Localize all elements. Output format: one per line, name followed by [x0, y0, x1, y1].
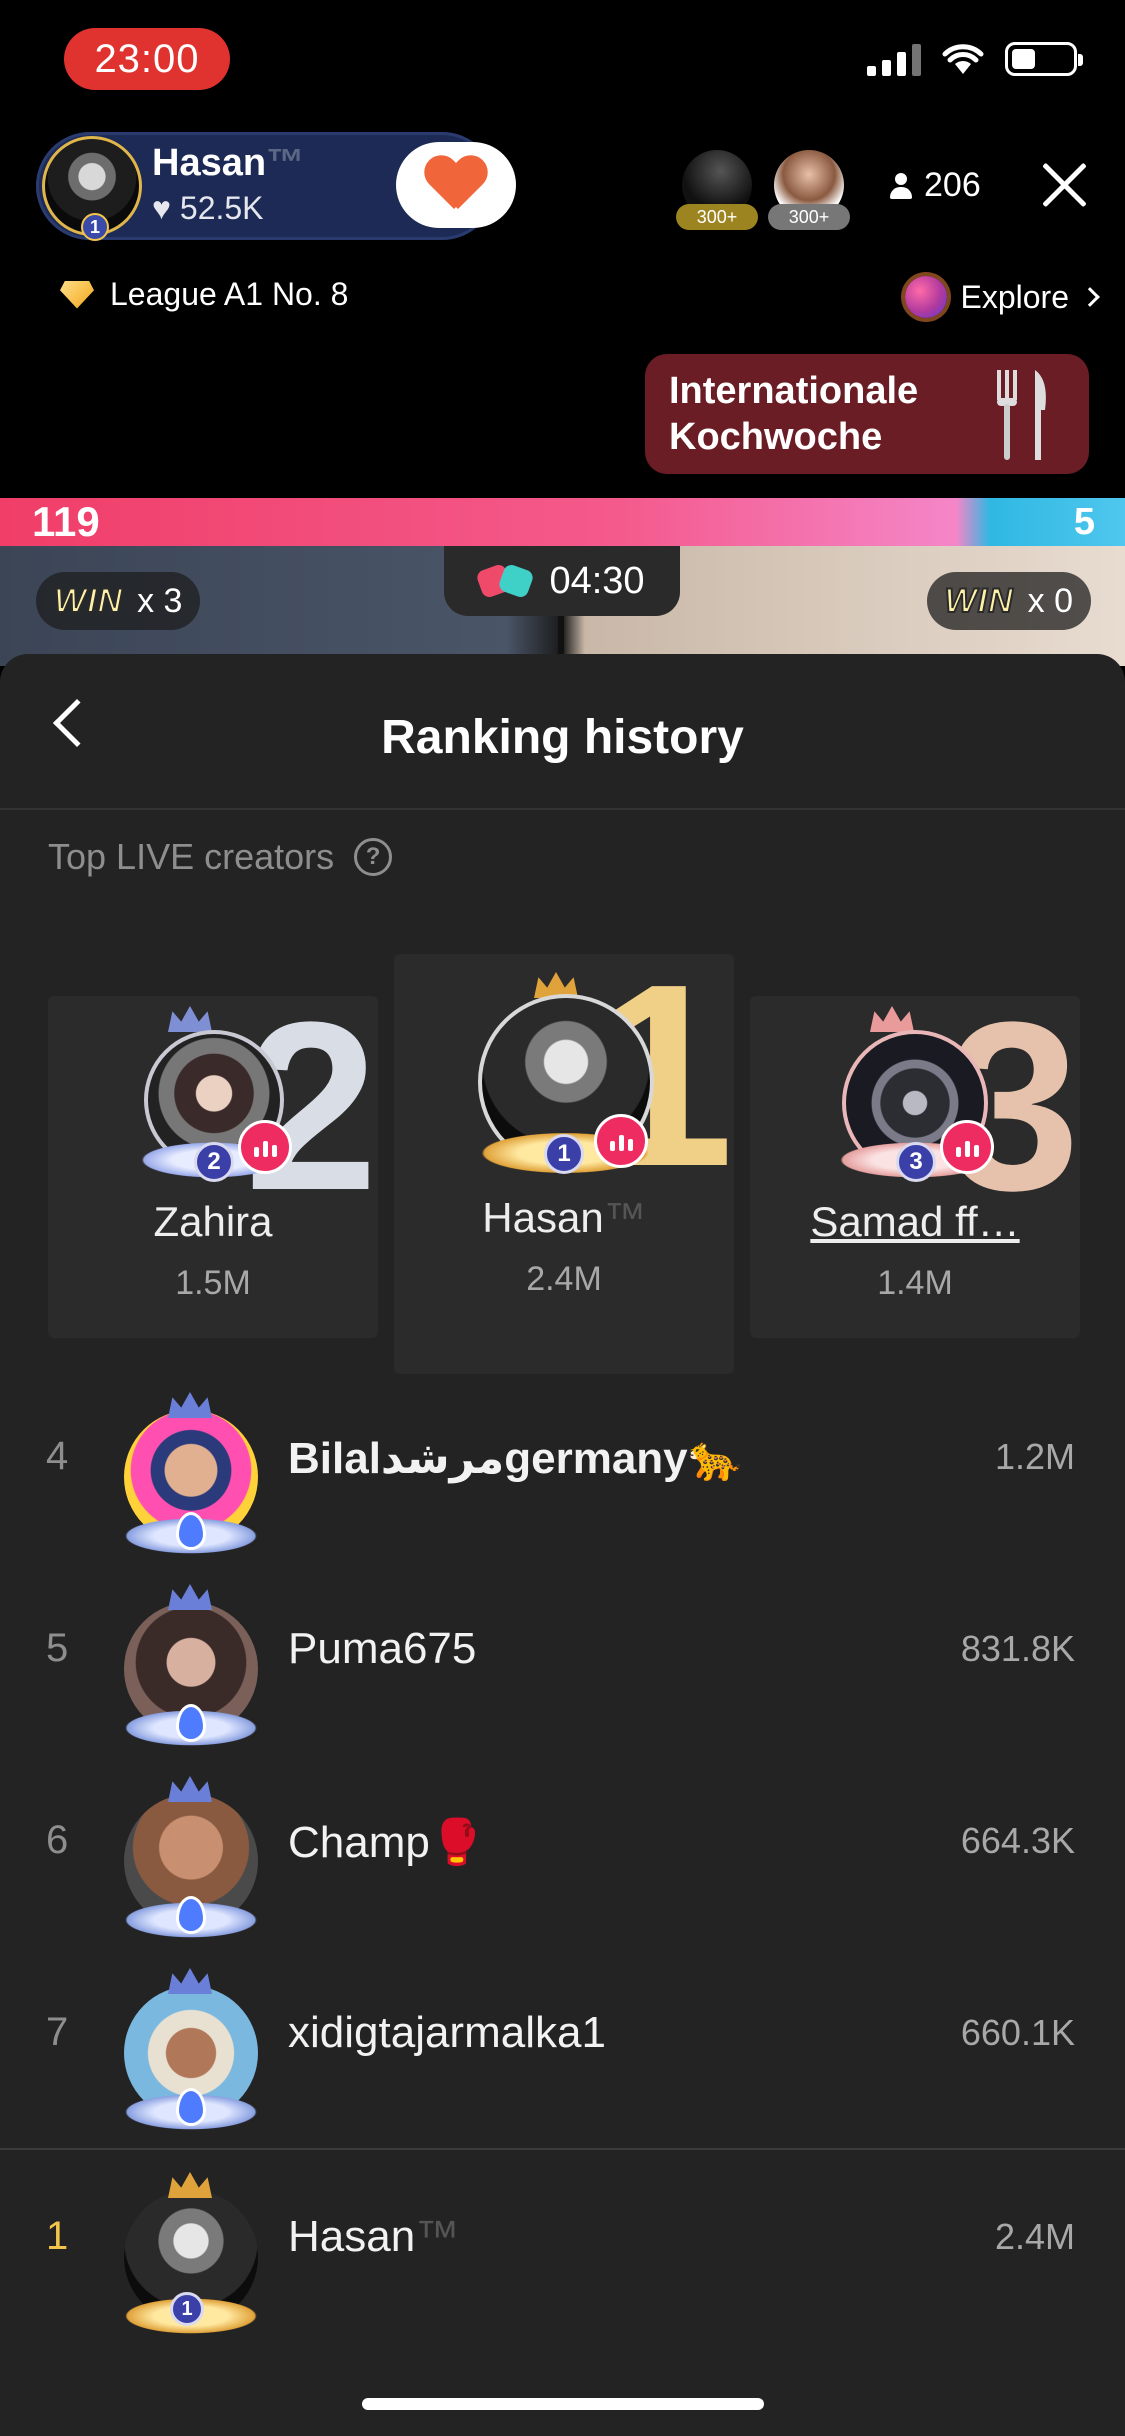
ranking-row[interactable]: 4 Bilalمرشدgermany🐆 1.2M: [0, 1374, 1125, 1566]
row-rank: 1: [46, 2214, 69, 2258]
crown-icon: [168, 2172, 212, 2198]
row-name: xidigtajarmalka1: [288, 2008, 606, 2057]
crown-icon: [168, 1392, 212, 1418]
explore-link[interactable]: Explore: [904, 276, 1100, 318]
drop-badge-icon: [176, 1704, 206, 1742]
divider: [0, 2148, 1125, 2150]
row-rank: 6: [46, 1818, 69, 1862]
viewer-badge: 300+: [676, 204, 758, 230]
top-viewer-1[interactable]: 300+: [676, 150, 758, 230]
person-icon: [890, 172, 912, 199]
crown-icon: [870, 1006, 914, 1032]
wifi-icon: [942, 44, 984, 74]
my-ranking-row[interactable]: 1 1 Hasan™ 2.4M: [0, 2154, 1125, 2346]
podium-card-1[interactable]: 1 1 Hasan™ 2.4M: [394, 946, 734, 1374]
follow-button[interactable]: 21: [396, 142, 516, 228]
live-icon: [238, 1120, 292, 1174]
signal-icon: [867, 42, 921, 76]
crown-icon: [168, 1006, 212, 1032]
row-score: 660.1K: [960, 2012, 1075, 2053]
top-viewer-2[interactable]: 300+: [768, 150, 850, 230]
row-name: Champ🥊: [288, 1818, 485, 1867]
ranking-row[interactable]: 5 Puma675 831.8K: [0, 1566, 1125, 1758]
rank-badge: 3: [896, 1142, 936, 1182]
crown-icon: [168, 1776, 212, 1802]
podium-name: Hasan™: [482, 1194, 646, 1241]
fork-knife-icon: [997, 370, 1046, 460]
help-icon[interactable]: ?: [354, 838, 393, 876]
row-rank: 5: [46, 1626, 69, 1670]
row-rank: 7: [46, 2010, 69, 2054]
drop-badge-icon: [176, 1512, 206, 1550]
status-time: 23:00: [64, 28, 230, 90]
host-info-pill[interactable]: 1 Hasan™ ♥ 52.5K 21: [36, 132, 516, 241]
live-icon: [940, 1120, 994, 1174]
chevron-right-icon: [1080, 287, 1100, 307]
battle-score-left: 119: [32, 498, 100, 545]
row-score: 664.3K: [960, 1820, 1075, 1861]
rank-badge: 2: [194, 1142, 234, 1182]
podium-score: 2.4M: [526, 1260, 602, 1298]
viewer-badge: 300+: [768, 204, 850, 230]
drop-badge-icon: [176, 2088, 206, 2126]
status-icons: [867, 42, 1083, 76]
host-rank-badge: 1: [81, 213, 109, 241]
podium-score: 1.5M: [175, 1264, 251, 1302]
diamond-icon: [60, 280, 94, 309]
divider: [0, 808, 1125, 810]
ranking-row[interactable]: 7 xidigtajarmalka1 660.1K: [0, 1950, 1125, 2142]
promo-banner[interactable]: Internationale Kochwoche: [645, 354, 1089, 474]
close-icon[interactable]: [1040, 160, 1090, 210]
podium-card-2[interactable]: 2 2 Zahira 1.5M: [48, 986, 378, 1338]
battle-timer: 04:30: [444, 546, 680, 616]
ranking-row[interactable]: 6 Champ🥊 664.3K: [0, 1758, 1125, 1950]
battle-score-right: 5: [1073, 501, 1095, 543]
heart-icon: ♥: [152, 190, 171, 226]
section-subtitle: Top LIVE creators ?: [48, 836, 393, 878]
heart-follow-icon: 21: [424, 157, 499, 222]
home-indicator[interactable]: [362, 2398, 764, 2410]
rank-badge: 1: [170, 2292, 204, 2326]
row-score: 831.8K: [960, 1628, 1075, 1669]
row-score: 2.4M: [994, 2216, 1075, 2257]
podium-card-3[interactable]: 3 3 Samad ff… 1.4M: [750, 986, 1080, 1338]
battery-icon: [1005, 42, 1083, 76]
live-icon: [594, 1114, 648, 1168]
row-name: Bilalمرشدgermany🐆: [288, 1434, 743, 1483]
podium-name: Zahira: [153, 1198, 273, 1245]
win-streak-right: WIN x 0: [926, 572, 1091, 630]
podium-score: 1.4M: [877, 1264, 953, 1302]
rank-badge: 1: [544, 1134, 584, 1174]
row-name: Hasan™: [288, 2212, 460, 2261]
row-rank: 4: [46, 1434, 69, 1478]
league-badge[interactable]: League A1 No. 8: [60, 276, 348, 313]
boxing-gloves-icon: [479, 563, 533, 599]
host-name: Hasan™: [152, 142, 305, 184]
viewer-count[interactable]: 206: [890, 166, 981, 205]
row-name: Puma675: [288, 1624, 477, 1673]
sheet-title: Ranking history: [381, 711, 744, 764]
battle-progress-bar: [0, 498, 1125, 546]
host-avatar[interactable]: 1: [42, 136, 142, 241]
row-score: 1.2M: [994, 1436, 1075, 1477]
win-streak-left: WIN x 3: [36, 572, 201, 630]
podium-name: Samad ff…: [810, 1198, 1020, 1245]
planet-icon: [904, 276, 947, 318]
crown-icon: [168, 1584, 212, 1610]
crown-icon: [168, 1968, 212, 1994]
drop-badge-icon: [176, 1896, 206, 1934]
host-likes: ♥ 52.5K: [152, 190, 264, 226]
